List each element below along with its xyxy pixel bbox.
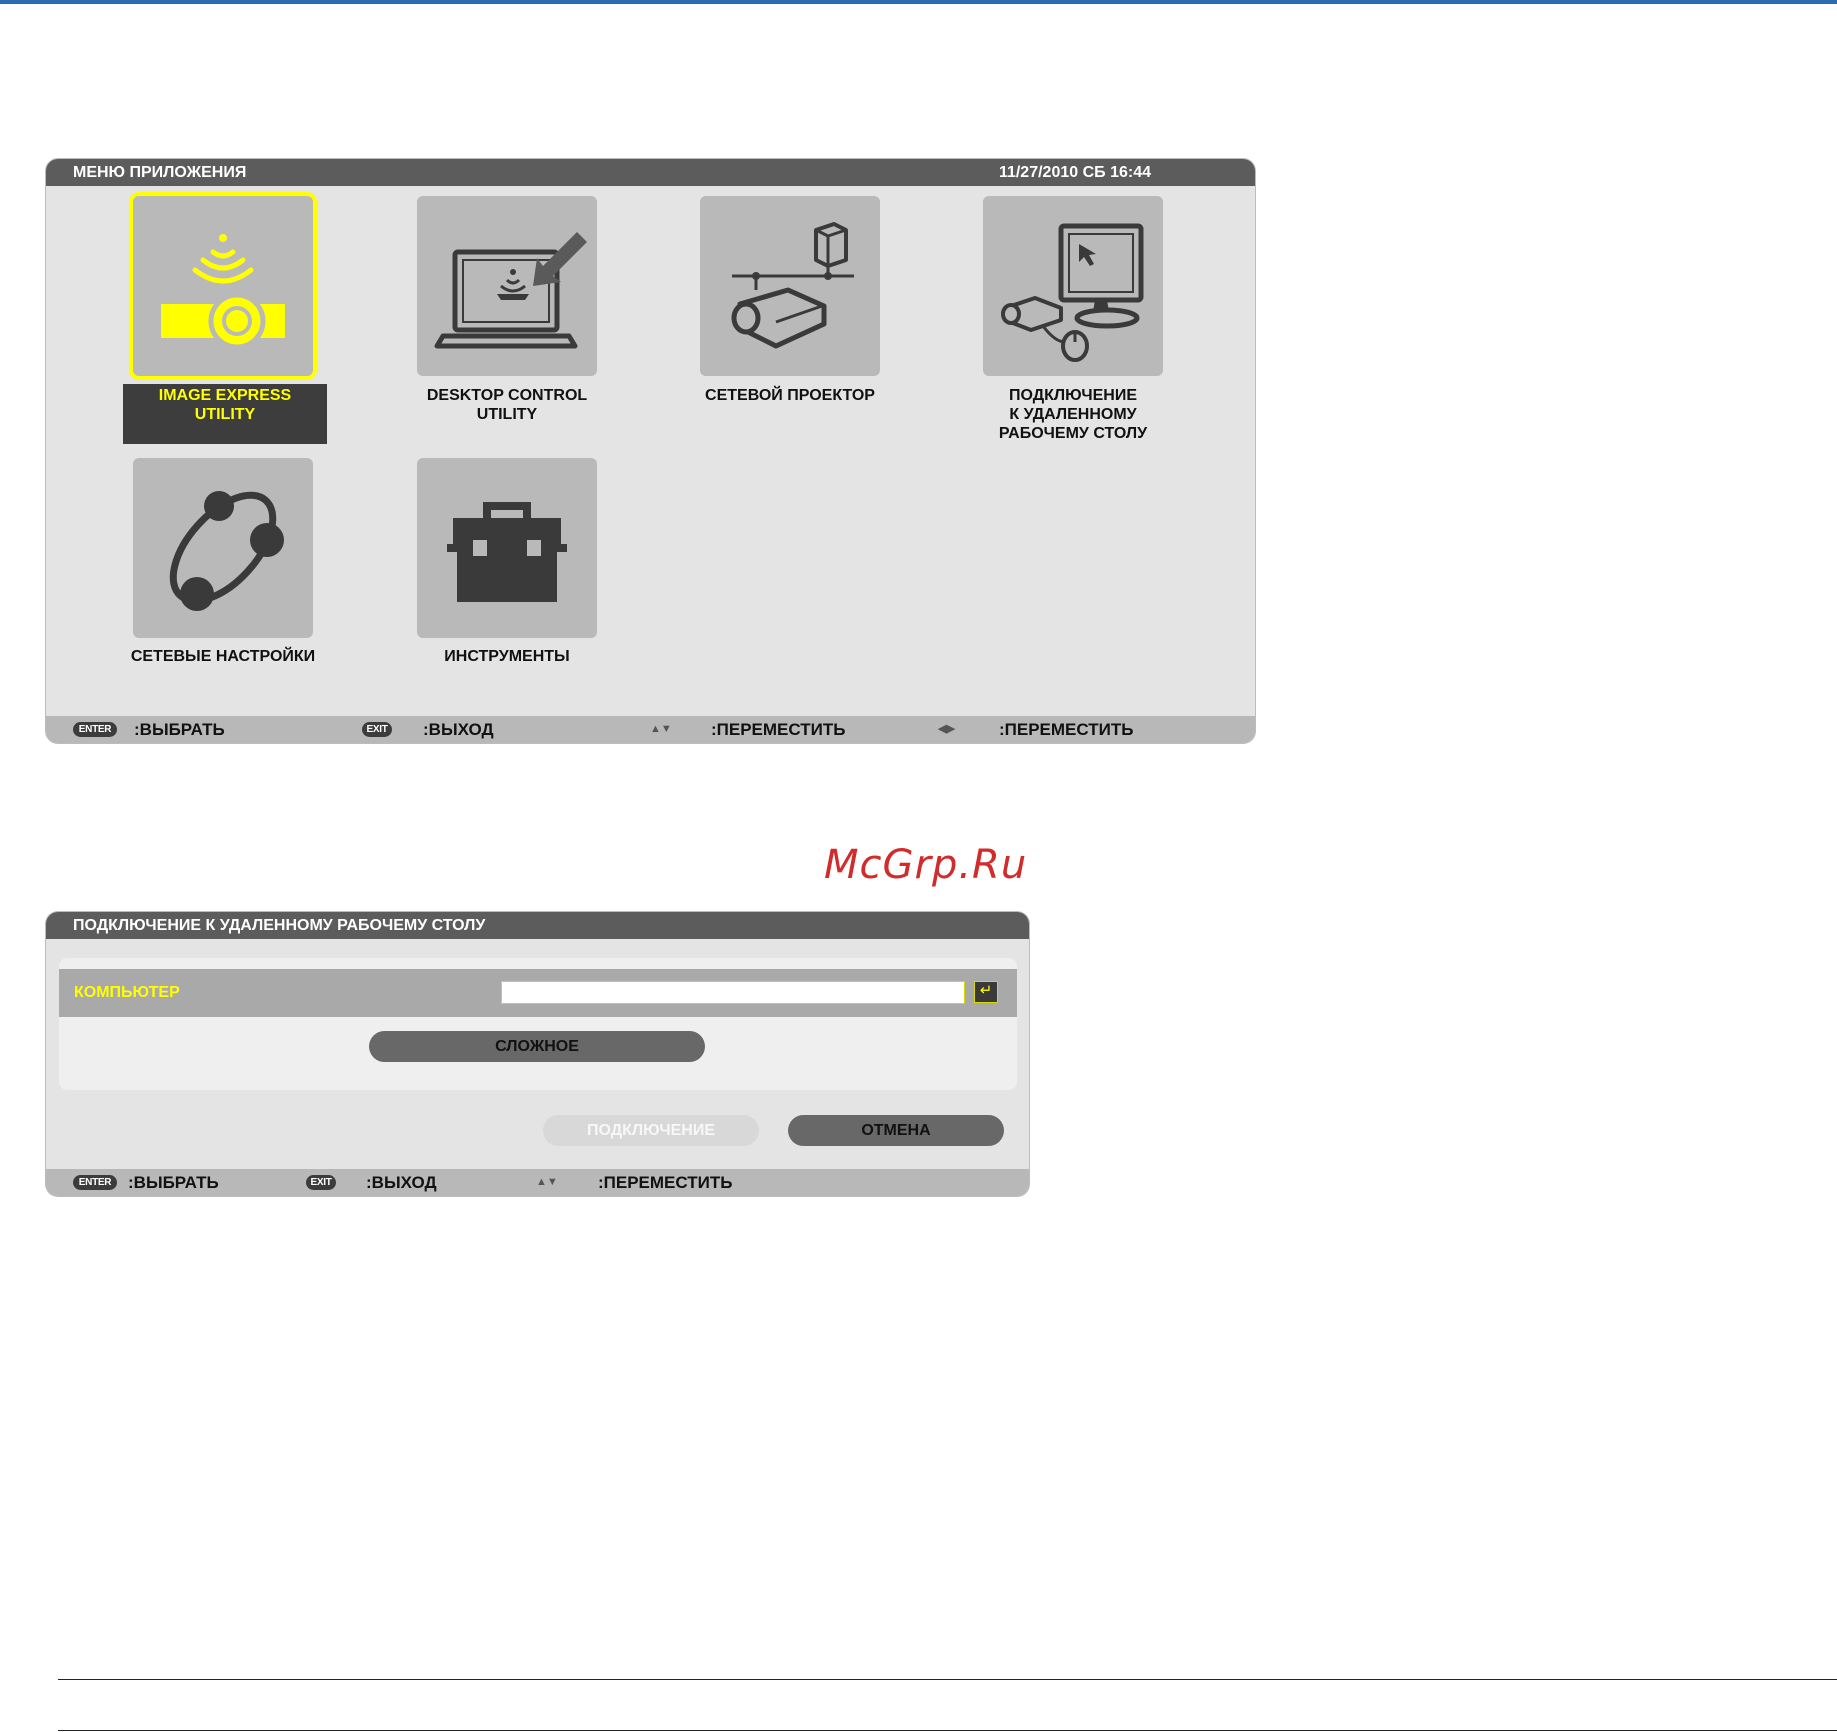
enter-key-icon: ENTER xyxy=(73,1175,117,1190)
exit-key-icon: EXIT xyxy=(362,722,392,737)
hint-move-vertical: :ПЕРЕМЕСТИТЬ xyxy=(598,1173,733,1192)
up-down-arrow-icon: ▲▼ xyxy=(650,723,672,735)
hint-move-horizontal: :ПЕРЕМЕСТИТЬ xyxy=(999,720,1134,739)
laptop-arrow-icon xyxy=(434,232,587,349)
enter-return-icon[interactable]: ↵ xyxy=(974,981,998,1003)
wireless-projector-icon xyxy=(161,234,285,350)
tile-label-image-express-utility: IMAGE EXPRESS UTILITY xyxy=(123,384,327,444)
tile-image-express-utility[interactable] xyxy=(133,196,313,376)
key-hints-footer: ENTER :ВЫБРАТЬ EXIT :ВЫХОД ▲▼ :ПЕРЕМЕСТИ… xyxy=(46,716,1255,743)
connect-button[interactable]: ПОДКЛЮЧЕНИЕ xyxy=(543,1115,759,1146)
up-down-arrow-icon: ▲▼ xyxy=(536,1176,558,1188)
advanced-button[interactable]: СЛОЖНОЕ xyxy=(369,1031,705,1062)
computer-label: КОМПЬЮТЕР xyxy=(74,984,180,1001)
bottom-rule-2 xyxy=(58,1730,1837,1731)
hint-select: :ВЫБРАТЬ xyxy=(128,1173,219,1192)
hint-exit: :ВЫХОД xyxy=(423,720,494,739)
date-time: 11/27/2010 СБ 16:44 xyxy=(998,164,1151,181)
tile-tools[interactable] xyxy=(417,458,597,638)
network-settings-icon xyxy=(169,491,284,611)
dialog-title: ПОДКЛЮЧЕНИЕ К УДАЛЕННОМУ РАБОЧЕМУ СТОЛУ xyxy=(73,917,486,934)
watermark: McGrp.Ru xyxy=(824,842,1028,888)
tile-desktop-control-utility[interactable] xyxy=(417,196,597,376)
tile-network-settings[interactable] xyxy=(133,458,313,638)
remote-desktop-dialog: ПОДКЛЮЧЕНИЕ К УДАЛЕННОМУ РАБОЧЕМУ СТОЛУ … xyxy=(46,912,1029,1196)
tile-remote-desktop[interactable] xyxy=(983,196,1163,376)
dialog-key-hints-footer: ENTER :ВЫБРАТЬ EXIT :ВЫХОД ▲▼ :ПЕРЕМЕСТИ… xyxy=(46,1169,1029,1196)
remote-desktop-icon xyxy=(1001,223,1144,362)
hint-move-vertical: :ПЕРЕМЕСТИТЬ xyxy=(711,720,846,739)
application-menu-panel: МЕНЮ ПРИЛОЖЕНИЯ 11/27/2010 СБ 16:44 IMAG… xyxy=(46,159,1255,743)
dialog-content-area: КОМПЬЮТЕР ↵ СЛОЖНОЕ xyxy=(59,958,1017,1090)
menu-title: МЕНЮ ПРИЛОЖЕНИЯ xyxy=(73,164,247,181)
hint-select: :ВЫБРАТЬ xyxy=(134,720,225,739)
exit-key-icon: EXIT xyxy=(306,1175,336,1190)
tile-label-network-settings: СЕТЕВЫЕ НАСТРОЙКИ xyxy=(130,648,316,665)
tile-label-desktop-control-utility: DESKTOP CONTROL UTILITY xyxy=(426,387,588,423)
hint-exit: :ВЫХОД xyxy=(366,1173,437,1192)
tile-label-network-projector: СЕТЕВОЙ ПРОЕКТОР xyxy=(705,387,875,404)
top-rule xyxy=(0,0,1837,4)
computer-row: КОМПЬЮТЕР ↵ xyxy=(59,969,1017,1017)
network-projector-icon xyxy=(731,222,854,349)
tile-label-tools: ИНСТРУМЕНТЫ xyxy=(444,648,570,665)
bottom-rule-1 xyxy=(58,1679,1837,1680)
enter-key-icon: ENTER xyxy=(73,722,117,737)
toolbox-icon xyxy=(447,502,567,602)
tile-label-remote-desktop: ПОДКЛЮЧЕНИЕ К УДАЛЕННОМУ РАБОЧЕМУ СТОЛУ xyxy=(998,387,1148,442)
dialog-title-bar: ПОДКЛЮЧЕНИЕ К УДАЛЕННОМУ РАБОЧЕМУ СТОЛУ xyxy=(46,912,1029,939)
tile-network-projector[interactable] xyxy=(700,196,880,376)
computer-input[interactable] xyxy=(501,981,965,1004)
title-bar: МЕНЮ ПРИЛОЖЕНИЯ 11/27/2010 СБ 16:44 xyxy=(46,159,1255,186)
left-right-arrow-icon: ◀▶ xyxy=(938,723,955,735)
cancel-button[interactable]: ОТМЕНА xyxy=(788,1115,1004,1146)
